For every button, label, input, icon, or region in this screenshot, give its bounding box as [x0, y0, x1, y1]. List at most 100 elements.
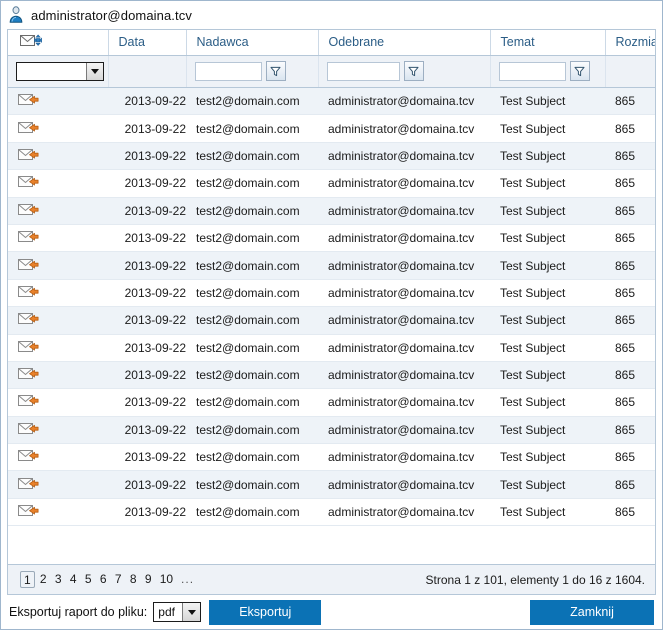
cell-roz: 865: [605, 334, 655, 362]
cell-temat: Test Subject: [490, 416, 605, 445]
table-row[interactable]: 2013-09-22 test2@domain.com administrator@…: [8, 443, 655, 472]
cell-temat: Test Subject: [490, 443, 605, 472]
grid-body-scroll[interactable]: 2013-09-22 test2@domain.com administrator@…: [8, 87, 655, 564]
table-row[interactable]: 2013-09-22 test2@domain.com administrator@…: [8, 498, 655, 527]
pager-bar: 1 2 3 4 5 6 7 8 9 10... Strona 1 z 101, elementy …: [7, 564, 656, 595]
report-dialog: administrator@domaina.tcv Data Nadawca O…: [0, 0, 663, 630]
type-filter-dropdown-arrow[interactable]: [86, 62, 103, 80]
mail-incoming-icon: [18, 340, 39, 352]
table-row[interactable]: 2013-09-22 test2@domain.com administrator@…: [8, 114, 655, 143]
cell-nadawca: test2@domain.com: [186, 443, 318, 472]
export-format-value[interactable]: pdf: [154, 603, 183, 621]
cell-roz: 865: [605, 279, 655, 308]
page-link-3[interactable]: 3: [52, 571, 65, 588]
page-link-9[interactable]: 9: [142, 571, 155, 588]
table-row[interactable]: 2013-09-22 test2@domain.com administrator@…: [8, 470, 655, 499]
table-row[interactable]: 2013-09-22 test2@domain.com administrator@…: [8, 251, 655, 280]
export-button[interactable]: Eksportuj: [209, 599, 322, 625]
cell-data: 2013-09-22: [108, 224, 186, 253]
column-header-data[interactable]: Data: [108, 30, 187, 56]
cell-data: 2013-09-22: [108, 114, 186, 143]
temat-filter-button[interactable]: [569, 61, 590, 81]
table-row[interactable]: 2013-09-22 test2@domain.com administrator@…: [8, 388, 655, 417]
cell-roz: 865: [605, 416, 655, 445]
cell-data: 2013-09-22: [108, 251, 186, 280]
cell-data: 2013-09-22: [108, 197, 186, 225]
temat-filter-input[interactable]: [498, 61, 566, 81]
page-link-5[interactable]: 5: [82, 571, 95, 588]
nadawca-filter-input[interactable]: [194, 61, 262, 81]
chevron-down-icon: [187, 609, 196, 615]
cell-temat: Test Subject: [490, 279, 605, 308]
cell-odebrane: administrator@domaina.tcv: [318, 224, 490, 253]
cell-odebrane: administrator@domaina.tcv: [318, 334, 490, 362]
cell-temat: Test Subject: [490, 142, 605, 171]
table-row[interactable]: 2013-09-22 test2@domain.com administrator@…: [8, 279, 655, 308]
cell-temat: Test Subject: [490, 87, 605, 116]
cell-temat: Test Subject: [490, 251, 605, 280]
column-header-type[interactable]: [8, 30, 109, 56]
table-row[interactable]: 2013-09-22 test2@domain.com administrator@…: [8, 142, 655, 171]
odebrane-filter-button[interactable]: [403, 61, 424, 81]
column-header-temat[interactable]: Temat: [490, 30, 606, 56]
mail-incoming-icon: [18, 231, 39, 243]
table-row[interactable]: 2013-09-22 test2@domain.com administrator@…: [8, 87, 655, 116]
table-row[interactable]: 2013-09-22 test2@domain.com administrator@…: [8, 334, 655, 362]
cell-roz: 865: [605, 87, 655, 116]
export-format-dropdown-arrow[interactable]: [182, 603, 201, 621]
cell-data: 2013-09-22: [108, 142, 186, 171]
page-link-1[interactable]: 1: [20, 571, 35, 588]
mail-incoming-icon: [18, 368, 39, 380]
table-row[interactable]: 2013-09-22 test2@domain.com administrator@…: [8, 306, 655, 335]
cell-odebrane: administrator@domaina.tcv: [318, 470, 490, 499]
odebrane-filter-input[interactable]: [326, 61, 400, 81]
filter-cell-type: [8, 55, 109, 88]
column-header-odebrane[interactable]: Odebrane: [318, 30, 491, 56]
mail-incoming-icon: [18, 422, 39, 434]
mail-incoming-icon: [18, 203, 39, 215]
page-ellipsis[interactable]: ...: [178, 571, 197, 588]
type-filter-value[interactable]: [17, 62, 86, 80]
page-link-10[interactable]: 10: [157, 571, 176, 588]
cell-temat: Test Subject: [490, 498, 605, 527]
cell-odebrane: administrator@domaina.tcv: [318, 251, 490, 280]
cell-data: 2013-09-22: [108, 169, 186, 198]
page-link-8[interactable]: 8: [127, 571, 140, 588]
export-format-combobox[interactable]: pdf: [153, 602, 202, 622]
cell-type-icon: [8, 279, 108, 308]
cell-nadawca: test2@domain.com: [186, 142, 318, 171]
cell-nadawca: test2@domain.com: [186, 279, 318, 308]
cell-odebrane: administrator@domaina.tcv: [318, 388, 490, 417]
cell-data: 2013-09-22: [108, 416, 186, 445]
cell-temat: Test Subject: [490, 169, 605, 198]
page-link-4[interactable]: 4: [67, 571, 80, 588]
cell-nadawca: test2@domain.com: [186, 361, 318, 390]
cell-type-icon: [8, 224, 108, 253]
page-link-2[interactable]: 2: [37, 571, 50, 588]
cell-temat: Test Subject: [490, 224, 605, 253]
close-button[interactable]: Zamknij: [530, 599, 654, 625]
cell-type-icon: [8, 306, 108, 335]
cell-data: 2013-09-22: [108, 279, 186, 308]
column-header-nadawca[interactable]: Nadawca: [186, 30, 319, 56]
cell-type-icon: [8, 361, 108, 390]
cell-roz: 865: [605, 498, 655, 527]
table-row[interactable]: 2013-09-22 test2@domain.com administrator@…: [8, 361, 655, 390]
column-header-rozmiar[interactable]: Rozmiar: [605, 30, 655, 56]
table-row[interactable]: 2013-09-22 test2@domain.com administrator@…: [8, 416, 655, 445]
mail-incoming-icon: [18, 285, 39, 297]
cell-nadawca: test2@domain.com: [186, 498, 318, 527]
cell-temat: Test Subject: [490, 334, 605, 362]
page-link-7[interactable]: 7: [112, 571, 125, 588]
cell-type-icon: [8, 498, 108, 527]
table-row[interactable]: 2013-09-22 test2@domain.com administrator@…: [8, 169, 655, 198]
mail-incoming-icon: [18, 477, 39, 489]
page-link-6[interactable]: 6: [97, 571, 110, 588]
nadawca-filter-button[interactable]: [265, 61, 286, 81]
table-row[interactable]: 2013-09-22 test2@domain.com administrator@…: [8, 197, 655, 225]
cell-type-icon: [8, 87, 108, 116]
mail-incoming-icon: [18, 258, 39, 270]
type-filter-combobox[interactable]: [16, 61, 104, 81]
table-row[interactable]: 2013-09-22 test2@domain.com administrator@…: [8, 224, 655, 253]
cell-odebrane: administrator@domaina.tcv: [318, 87, 490, 116]
